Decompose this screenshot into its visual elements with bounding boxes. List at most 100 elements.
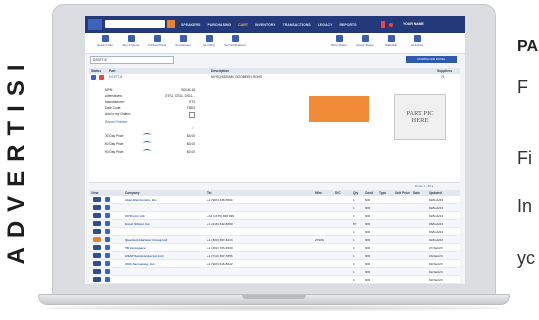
toolbar-button[interactable]: Tracked Parts [143,35,171,47]
row-company[interactable]: CDC Aerospace, Inc. [125,262,155,266]
nav-item[interactable]: SPEAKERS [181,23,200,27]
nav-item[interactable]: CART [238,23,248,27]
table-row[interactable]: Alien Electronics, Inc. +1 (503) 338-3500… [89,196,460,204]
vertical-advertise-text: ADVERTISI [0,0,34,320]
row-checkbox[interactable] [105,221,110,226]
supplier-col-header[interactable]: Cond [365,191,373,195]
global-search-input[interactable] [105,20,165,28]
toolbar-button[interactable]: Set RFQ [195,35,223,47]
supplier-col-header[interactable]: View [91,191,98,195]
supplier-col-header[interactable]: Date [413,191,420,195]
part-number[interactable]: DS3TT-8 [109,75,122,79]
table-row[interactable]: 1 NW 02/Feb/23 [89,204,460,212]
row-tel: +1 (503) 338-3500 [207,198,233,202]
row-checkbox[interactable] [105,245,110,250]
col-status: Status [91,69,102,73]
row-view-button[interactable] [93,269,101,274]
row-qty: 1 [353,230,355,234]
row-company[interactable]: Quantum Harbour Group Ltd [125,238,167,242]
toolbar-button[interactable]: Quote Status [351,35,379,47]
row-company[interactable]: ASAP Semiconductor LLC [125,254,164,258]
row-cond: NW [365,262,371,266]
supplier-col-header[interactable]: Unit Price [395,191,410,195]
row-date: 02/Feb/23 [429,238,443,242]
nav-item[interactable]: INVENTORY [255,23,276,27]
nav-item[interactable]: REPORTS [339,23,356,27]
table-row[interactable]: 1 NW 03/Feb/23 [89,228,460,236]
toolbar-icon [413,35,421,42]
row-view-button[interactable] [93,245,101,250]
notification-badge-icon[interactable] [389,23,393,27]
app-logo-icon[interactable] [88,19,102,30]
table-row[interactable]: Excel Silicon Inc. +1 (216) 342-8300 57 NW 0… [89,220,460,228]
report-problem-link[interactable]: Report Problem [105,120,127,124]
promo-line: In [517,196,533,216]
toolbar-icon [127,35,135,42]
col-part: Part [109,69,116,73]
supplier-col-header[interactable]: Mfrs [315,191,322,195]
row-company[interactable]: Excel Silicon Inc. [125,222,150,226]
table-row[interactable]: TD Aerospace +1 (302) 706-3590 1 NW 27/Jan/2… [89,244,460,252]
row-checkbox[interactable] [105,261,110,266]
row-cond: NW [365,270,371,274]
supplier-col-header[interactable]: Updated [429,191,442,195]
row-checkbox[interactable] [105,197,110,202]
table-row[interactable]: 1 NW 02/Jan/23 [89,268,460,276]
row-company[interactable]: UCTronic Ltd. [125,214,145,218]
row-view-button[interactable] [93,253,101,258]
row-checkbox[interactable] [105,269,110,274]
row-tel: +1 (503) 316-8022 [207,262,233,266]
row-checkbox[interactable] [105,205,110,210]
toolbar-button[interactable]: Quick Order [91,35,119,47]
row-checkbox[interactable] [105,213,110,218]
table-row[interactable]: ASAP Semiconductor LLC +1 (714) 397-7856 1… [89,252,460,260]
table-row[interactable]: UCTronic Ltd. +44 (1375) 890 999 1 NW 02/Feb… [89,212,460,220]
row-view-button[interactable] [93,197,101,202]
toolbar-button[interactable]: RFQ Status [325,35,353,47]
toolbar-button[interactable]: Set Notifications [221,35,249,47]
row-view-button[interactable] [93,221,101,226]
promo-line: F [517,77,528,97]
row-view-button[interactable] [93,277,101,282]
pagination[interactable]: Rows 1 - 50 ▸ [415,184,433,188]
flag-icon[interactable] [381,21,385,28]
nav-item[interactable]: PURCHASING [207,23,231,27]
orange-banner[interactable] [309,96,369,122]
toolbar-label: Buy a Quote [122,43,140,47]
table-row[interactable]: 1 NW 02/Jan/23 [89,276,460,284]
toolbar-icon [387,35,395,42]
row-company[interactable]: Alien Electronics, Inc. [125,198,157,202]
row-tel: +1 (302) 706-3590 [207,246,233,250]
toolbar-button[interactable]: Buy a Quote [117,35,145,47]
nav-item[interactable]: LEGACY [318,23,333,27]
user-menu[interactable]: YOUR NAME [403,22,424,26]
row-checkbox[interactable] [105,237,110,242]
row-view-button[interactable] [93,205,101,210]
row-view-button[interactable] [93,213,101,218]
search-icon[interactable] [167,20,175,28]
nav-item[interactable]: TRANSACTIONS [283,23,311,27]
part-search-input[interactable]: DS3TT-8 [90,56,174,64]
row-view-button[interactable] [93,261,101,266]
toolbar-button[interactable]: Activities [403,35,431,47]
supplier-col-header[interactable]: Tel [207,191,211,195]
row-qty: 1 [353,278,355,282]
row-checkbox[interactable] [105,253,110,258]
row-checkbox[interactable] [105,277,110,282]
row-view-button[interactable] [93,237,101,242]
row-checkbox[interactable] [105,229,110,234]
supplier-col-header[interactable]: Company [125,191,140,195]
supplier-col-header[interactable]: Type [379,191,386,195]
toolbar-button[interactable]: Set Ranges [169,35,197,47]
supplier-col-header[interactable]: Qty [353,191,358,195]
main-nav: SPEAKERS PURCHASING CART INVENTORY TRANSACTI… [181,16,357,33]
row-view-button[interactable] [93,229,101,234]
supplier-col-header[interactable]: D/C [335,191,341,195]
supplier-table: Alien Electronics, Inc. +1 (503) 338-3500… [89,196,460,284]
toolbar-button[interactable]: Watchlist [377,35,405,47]
download-excel-button[interactable]: DOWNLOAD EXCEL [406,56,457,63]
table-row[interactable]: CDC Aerospace, Inc. +1 (503) 316-8022 1 NW 0… [89,260,460,268]
row-qty: 1 [353,214,355,218]
row-company[interactable]: TD Aerospace [125,246,146,250]
table-row[interactable]: Quantum Harbour Group Ltd +1 (303) 307-42… [89,236,460,244]
